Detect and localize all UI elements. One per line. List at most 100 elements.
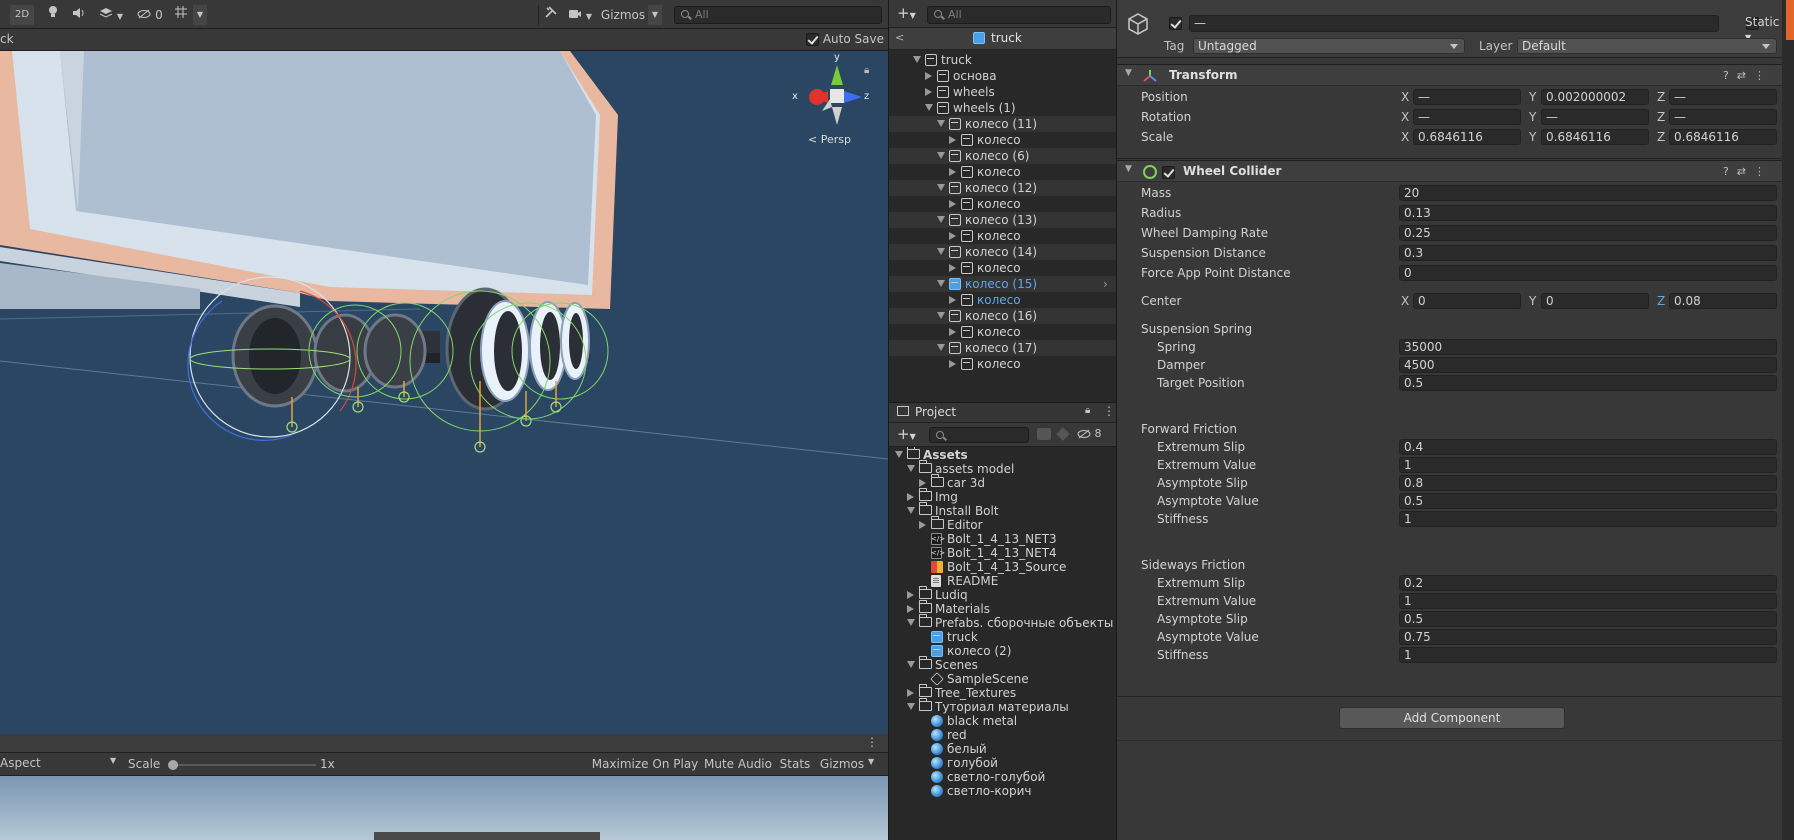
- forward-friction-field[interactable]: 1: [1399, 457, 1777, 473]
- project-item[interactable]: светло-голубой: [889, 770, 1117, 784]
- hierarchy-item[interactable]: колесо: [889, 164, 1117, 180]
- scene-search-input[interactable]: All: [674, 6, 882, 24]
- expand-arrow-open-icon[interactable]: [937, 280, 945, 287]
- active-checkbox[interactable]: [1169, 17, 1182, 30]
- layer-dropdown[interactable]: Default: [1517, 38, 1777, 54]
- tools-toggle[interactable]: [542, 5, 560, 25]
- expand-arrow-closed-icon[interactable]: [949, 296, 956, 304]
- suspension-spring-section[interactable]: Suspension Spring: [1117, 320, 1783, 338]
- expand-arrow-open-icon[interactable]: [907, 661, 915, 668]
- project-add-button[interactable]: +▼: [897, 426, 925, 444]
- hierarchy-item[interactable]: колесо: [889, 356, 1117, 372]
- lock-icon[interactable]: 🔒︎: [1085, 405, 1090, 416]
- camera-dropdown[interactable]: ▼: [566, 5, 594, 25]
- sideways-friction-field[interactable]: 1: [1399, 593, 1777, 609]
- forward-friction-field[interactable]: 0.5: [1399, 493, 1777, 509]
- expand-arrow-open-icon[interactable]: [913, 56, 921, 63]
- transform-x-field[interactable]: —: [1413, 109, 1521, 125]
- expand-arrow-closed-icon[interactable]: [907, 591, 914, 599]
- audio-toggle[interactable]: [70, 5, 88, 25]
- transform-x-field[interactable]: —: [1413, 89, 1521, 105]
- project-item[interactable]: голубой: [889, 756, 1117, 770]
- maximize-on-play-button[interactable]: Maximize On Play: [590, 755, 700, 774]
- hierarchy-item[interactable]: колесо: [889, 196, 1117, 212]
- forward-friction-field[interactable]: 0.4: [1399, 439, 1777, 455]
- expand-arrow-closed-icon[interactable]: [907, 689, 914, 697]
- hierarchy-item[interactable]: колесо (13): [889, 212, 1117, 228]
- hierarchy-item[interactable]: колесо: [889, 132, 1117, 148]
- project-tab-label[interactable]: Project: [915, 405, 956, 419]
- sideways-friction-field[interactable]: 0.2: [1399, 575, 1777, 591]
- expand-arrow-closed-icon[interactable]: [949, 136, 956, 144]
- hierarchy-item[interactable]: колесо (14): [889, 244, 1117, 260]
- project-item[interactable]: Туториал материалы: [889, 698, 1117, 714]
- expand-arrow-closed-icon[interactable]: [907, 605, 914, 613]
- hierarchy-item[interactable]: основа: [889, 68, 1117, 84]
- force-point-field[interactable]: 0: [1399, 265, 1777, 281]
- project-item[interactable]: Editor: [889, 516, 1117, 532]
- project-item[interactable]: black metal: [889, 714, 1117, 728]
- component-header-icons[interactable]: ?⇄⋮: [1723, 165, 1773, 178]
- auto-save-toggle[interactable]: Auto Save: [806, 32, 884, 46]
- project-item[interactable]: Bolt_1_4_13_Source: [889, 560, 1117, 574]
- game-viewport[interactable]: [0, 776, 888, 840]
- expand-arrow-open-icon[interactable]: [925, 104, 933, 111]
- label-tag-icon[interactable]: [1056, 427, 1070, 441]
- persp-toggle[interactable]: < Persp: [808, 133, 851, 146]
- project-item[interactable]: Scenes: [889, 656, 1117, 672]
- expand-arrow-closed-icon[interactable]: [949, 232, 956, 240]
- gizmos-button[interactable]: Gizmos: [598, 5, 648, 25]
- game-gizmos-button[interactable]: Gizmos: [816, 755, 868, 774]
- expand-arrow-open-icon[interactable]: [907, 619, 915, 626]
- lock-icon[interactable]: 🔒︎: [864, 65, 869, 76]
- project-item[interactable]: белый: [889, 742, 1117, 756]
- hierarchy-item[interactable]: wheels (1): [889, 100, 1117, 116]
- target-position-field[interactable]: 0.5: [1399, 375, 1777, 391]
- 2d-toggle-button[interactable]: 2D: [10, 5, 34, 25]
- hierarchy-item[interactable]: колесо (11): [889, 116, 1117, 132]
- tag-dropdown[interactable]: Untagged: [1193, 38, 1465, 54]
- fold-arrow-icon[interactable]: ▼: [1125, 164, 1132, 174]
- expand-arrow-open-icon[interactable]: [937, 184, 945, 191]
- sideways-friction-field[interactable]: 0.75: [1399, 629, 1777, 645]
- project-item[interactable]: assets model: [889, 460, 1117, 476]
- aspect-dropdown[interactable]: Aspect ▼: [0, 756, 120, 773]
- grid-dropdown-arrow[interactable]: ▼: [193, 5, 207, 25]
- transform-z-field[interactable]: 0.6846116: [1669, 129, 1777, 145]
- hierarchy-item[interactable]: колесо: [889, 228, 1117, 244]
- expand-arrow-closed-icon[interactable]: [925, 88, 932, 96]
- orientation-gizmo[interactable]: y x z 🔒︎ < Persp: [792, 52, 882, 155]
- hierarchy-item[interactable]: колесо: [889, 324, 1117, 340]
- forward-friction-field[interactable]: 0.8: [1399, 475, 1777, 491]
- effects-dropdown[interactable]: ▼: [96, 5, 126, 25]
- expand-arrow-closed-icon[interactable]: [949, 264, 956, 272]
- hierarchy-item[interactable]: колесо (15) ›: [889, 276, 1117, 292]
- scale-slider[interactable]: [168, 760, 316, 770]
- project-search-input[interactable]: [929, 427, 1029, 443]
- scale-slider-handle[interactable]: [168, 760, 178, 770]
- expand-arrow-closed-icon[interactable]: [925, 72, 932, 80]
- hierarchy-item[interactable]: wheels: [889, 84, 1117, 100]
- expand-arrow-closed-icon[interactable]: [919, 479, 926, 487]
- game-more-icon[interactable]: ⋮: [866, 735, 878, 749]
- object-name-field[interactable]: —: [1189, 15, 1719, 32]
- expand-arrow-open-icon[interactable]: [937, 344, 945, 351]
- hidden-objects-toggle[interactable]: 0: [134, 5, 166, 25]
- project-item[interactable]: Install Bolt: [889, 502, 1117, 518]
- fold-arrow-icon[interactable]: ▼: [1125, 68, 1132, 78]
- expand-arrow-open-icon[interactable]: [937, 312, 945, 319]
- sideways-friction-field[interactable]: 0.5: [1399, 611, 1777, 627]
- forward-friction-section[interactable]: Forward Friction: [1117, 420, 1783, 438]
- hierarchy-add-button[interactable]: +▼: [897, 5, 925, 23]
- transform-y-field[interactable]: —: [1541, 109, 1649, 125]
- hierarchy-search-input[interactable]: All: [927, 6, 1111, 24]
- expand-arrow-open-icon[interactable]: [907, 507, 915, 514]
- project-item[interactable]: Prefabs. сборочные объекты кс: [889, 614, 1117, 630]
- expand-arrow-closed-icon[interactable]: [949, 168, 956, 176]
- damping-field[interactable]: 0.25: [1399, 225, 1777, 241]
- transform-header[interactable]: ▼ Transform ?⇄⋮: [1117, 64, 1783, 86]
- project-item[interactable]: Bolt_1_4_13_NET3: [889, 532, 1117, 546]
- hierarchy-item[interactable]: колесо: [889, 260, 1117, 276]
- grid-toggle[interactable]: [170, 5, 192, 25]
- scene-viewport[interactable]: y x z 🔒︎ < Persp: [0, 51, 888, 735]
